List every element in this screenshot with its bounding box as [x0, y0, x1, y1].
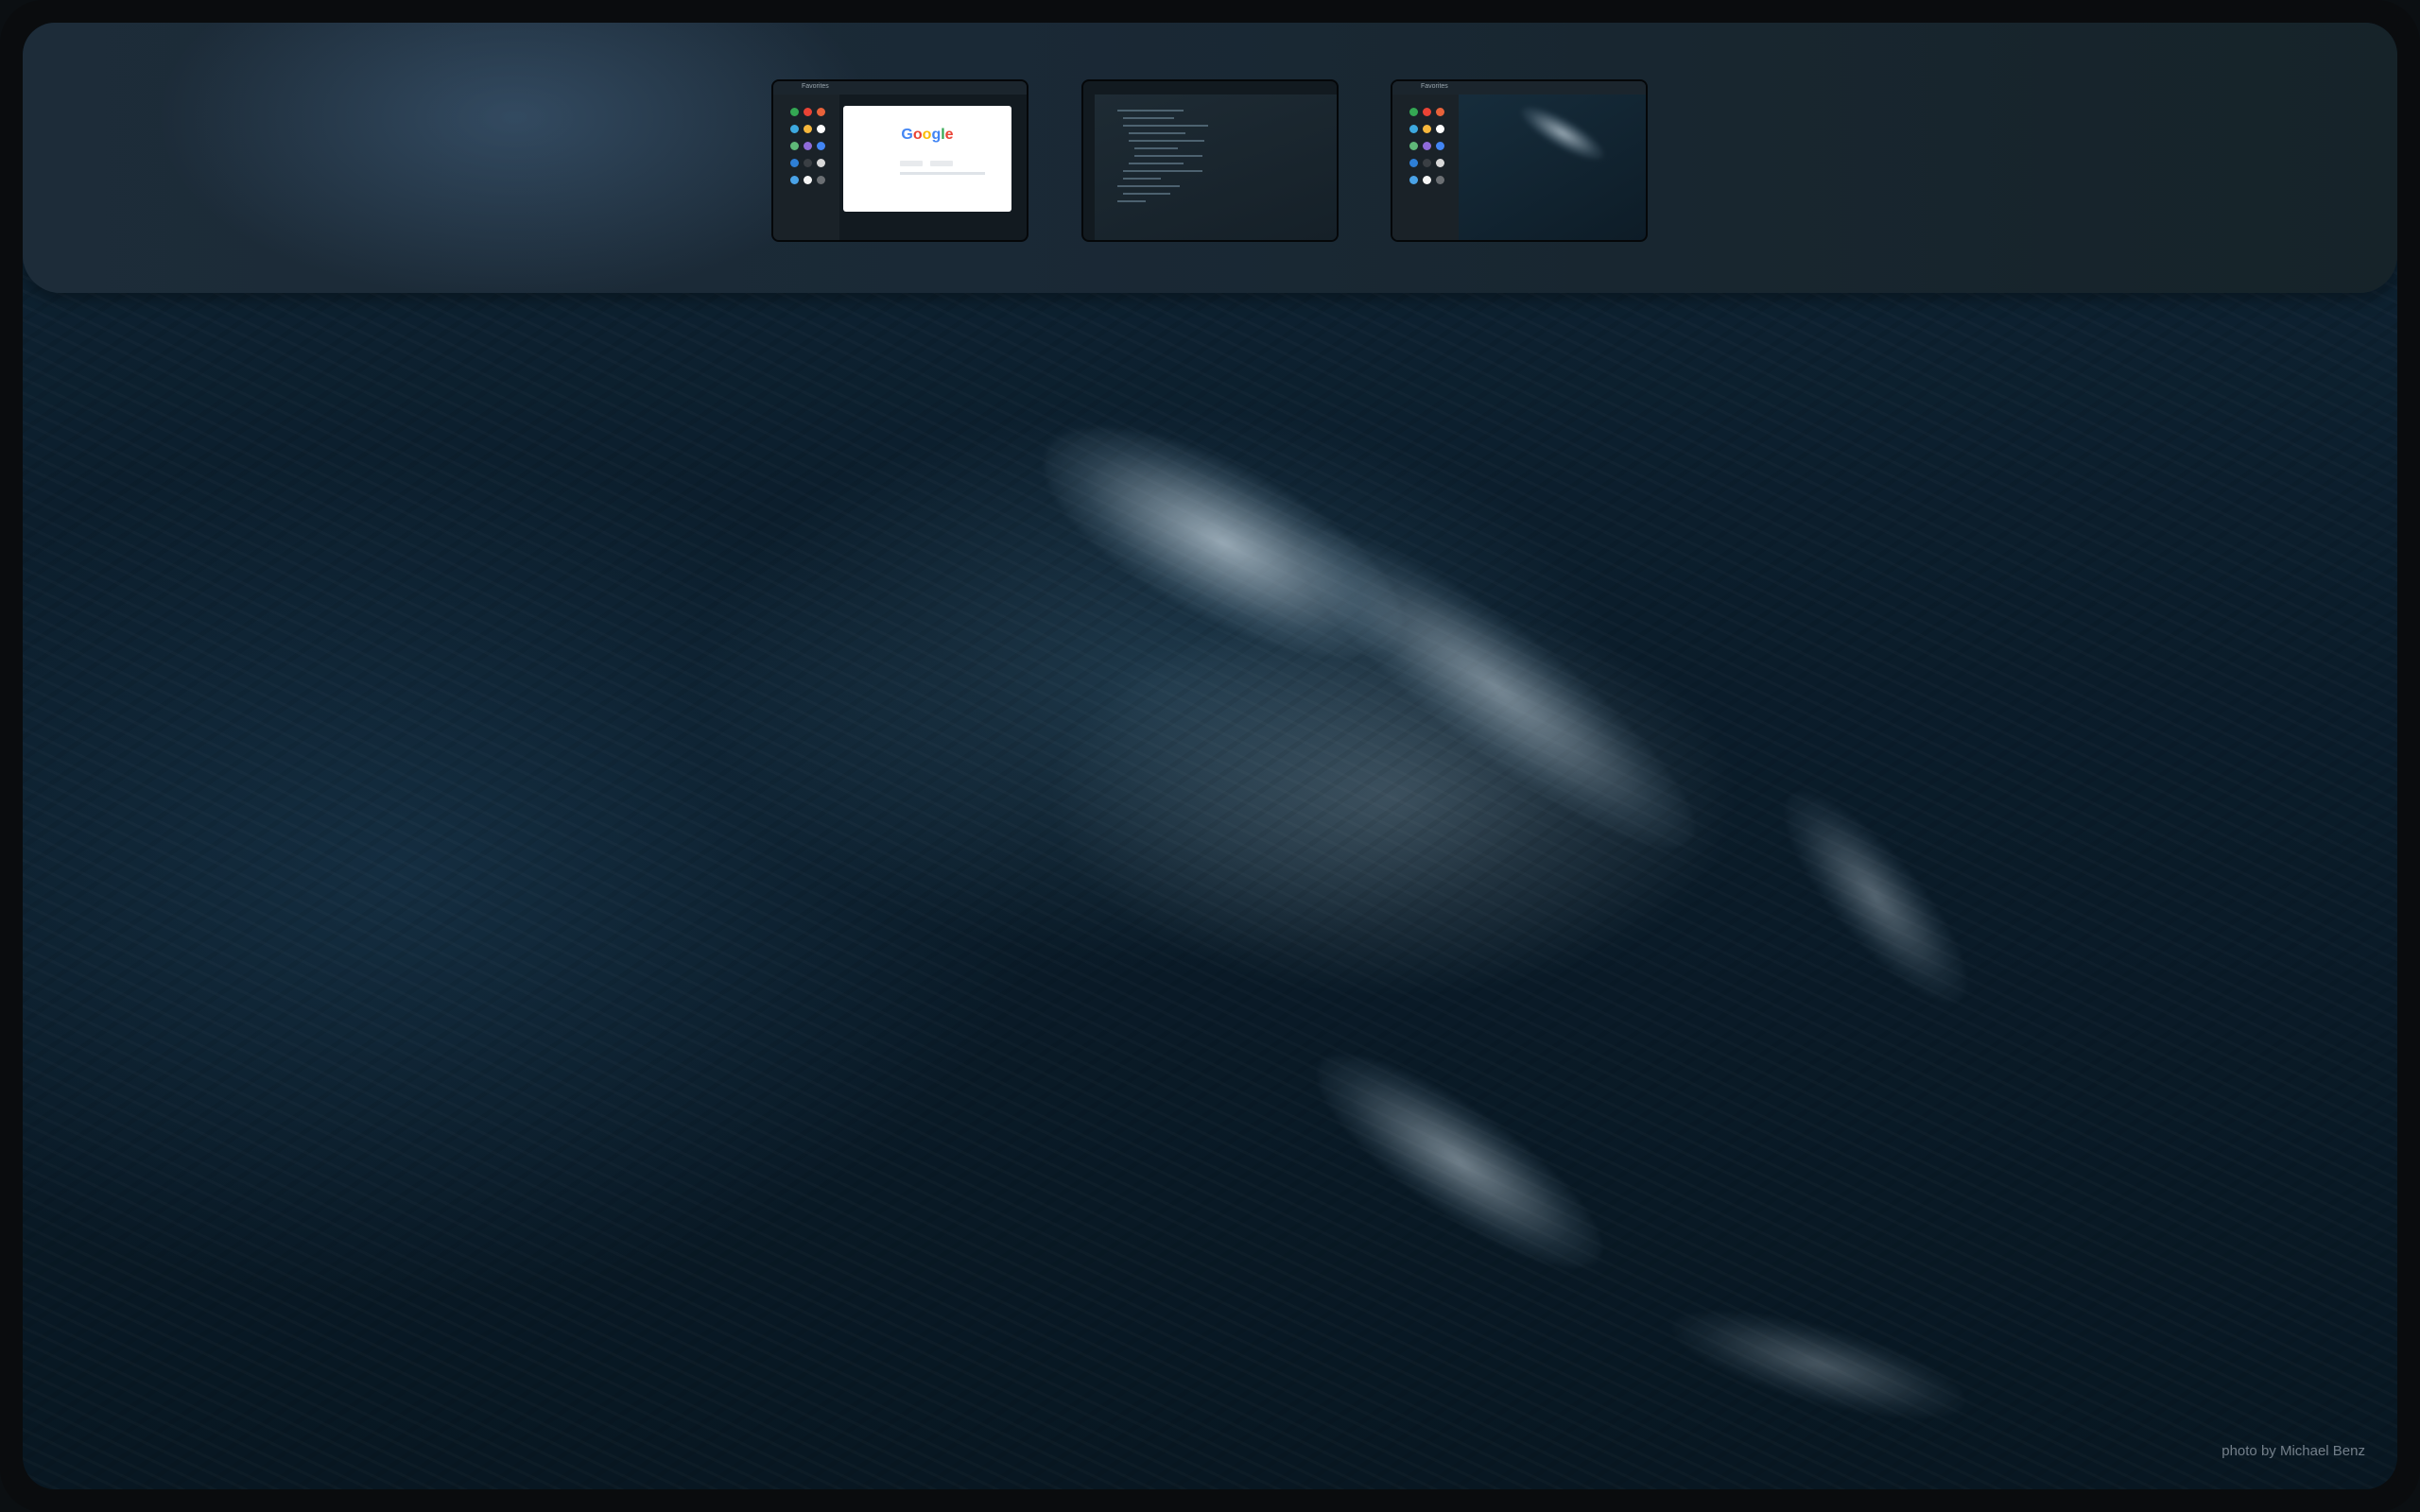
app-icon — [817, 108, 825, 116]
app-icon — [1423, 108, 1431, 116]
app-icon — [1423, 176, 1431, 184]
window-thumbnail-browser[interactable]: Favorites Google — [771, 79, 1028, 242]
code-line — [1123, 117, 1174, 119]
browser-page: Google — [843, 106, 1011, 212]
photo-credit: photo by Michael Benz — [2221, 1443, 2365, 1459]
code-line — [1123, 178, 1161, 180]
app-icon — [817, 142, 825, 150]
code-line — [1134, 147, 1178, 149]
thumbnail-titlebar: Favorites — [773, 81, 1027, 94]
code-line — [1123, 170, 1202, 172]
app-icon — [1423, 159, 1431, 167]
code-line — [1117, 110, 1184, 112]
app-icon — [804, 159, 812, 167]
window-thumbnail-code-editor[interactable] — [1081, 79, 1339, 242]
window-overview-bar: Favorites Google Favorites — [23, 23, 2397, 293]
info-line — [900, 172, 985, 175]
code-line — [1129, 132, 1185, 134]
search-button — [900, 161, 923, 166]
app-icon — [1436, 176, 1444, 184]
thumbnail-wave — [1514, 97, 1611, 169]
app-icon — [1436, 142, 1444, 150]
code-line — [1129, 163, 1184, 164]
app-icon — [804, 125, 812, 133]
app-icon — [804, 108, 812, 116]
code-line — [1117, 185, 1180, 187]
code-line — [1123, 193, 1170, 195]
app-icon — [1423, 142, 1431, 150]
app-icon — [790, 125, 799, 133]
code-line — [1129, 140, 1204, 142]
app-icon — [1436, 125, 1444, 133]
app-launcher-panel — [1392, 94, 1459, 240]
app-launcher-panel — [773, 94, 839, 240]
app-icon — [1409, 176, 1418, 184]
launcher-title: Favorites — [1421, 83, 1448, 90]
code-line — [1134, 155, 1202, 157]
app-icon — [1409, 125, 1418, 133]
app-icon — [817, 159, 825, 167]
app-icon — [804, 142, 812, 150]
app-icon — [1409, 142, 1418, 150]
window-thumbnail-desktop[interactable]: Favorites — [1391, 79, 1648, 242]
lucky-button — [930, 161, 953, 166]
editor-pane — [1095, 94, 1337, 240]
device-frame: Favorites Google Favorites photo by Mich… — [0, 0, 2420, 1512]
app-icon — [1436, 108, 1444, 116]
app-icon — [1409, 159, 1418, 167]
app-icon — [804, 176, 812, 184]
google-logo: Google — [901, 127, 954, 143]
code-line — [1117, 200, 1146, 202]
app-icon — [790, 108, 799, 116]
desktop-screen: Favorites Google Favorites photo by Mich… — [23, 23, 2397, 1489]
code-line — [1123, 125, 1208, 127]
app-icon — [817, 125, 825, 133]
app-icon — [790, 176, 799, 184]
app-icon — [1436, 159, 1444, 167]
app-icon — [790, 142, 799, 150]
app-icon — [1409, 108, 1418, 116]
thumbnail-titlebar: Favorites — [1392, 81, 1646, 94]
app-icon — [790, 159, 799, 167]
app-icon — [1423, 125, 1431, 133]
launcher-title: Favorites — [802, 83, 829, 90]
app-icon — [817, 176, 825, 184]
